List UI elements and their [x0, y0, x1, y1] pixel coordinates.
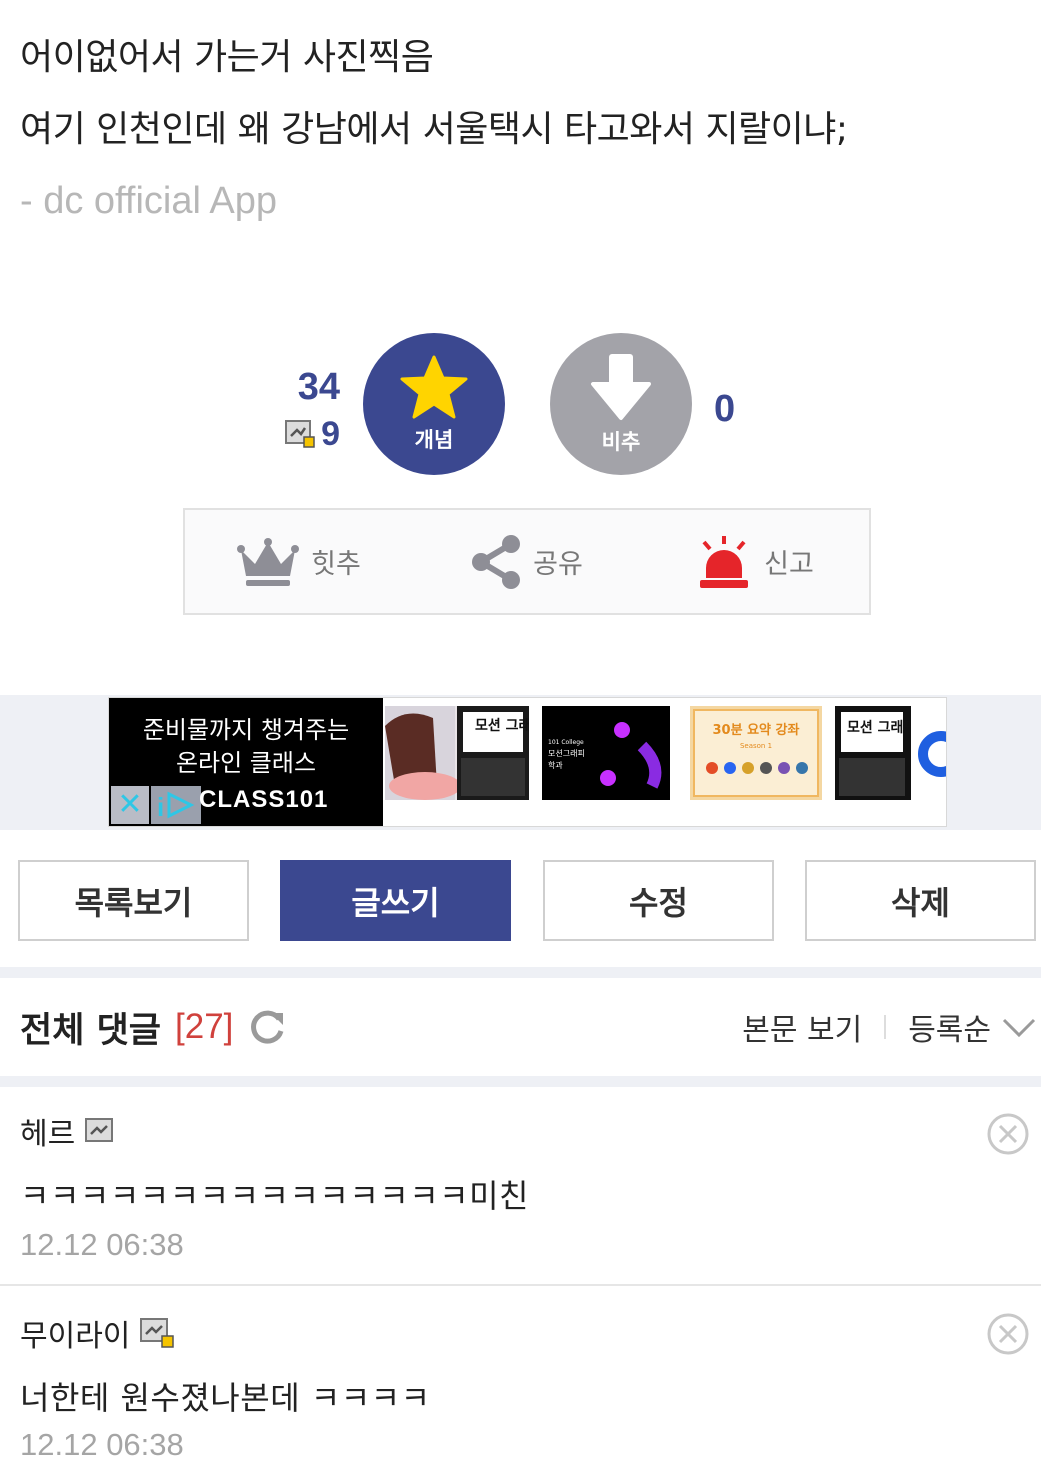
- ad-thumbnail-4[interactable]: 모션 그래픽: [835, 706, 946, 800]
- comment-author-name: 헤르: [20, 1117, 76, 1152]
- edit-button[interactable]: 수정: [543, 860, 774, 941]
- post-action-bar: 힛추 공유 신고: [183, 508, 871, 615]
- comments-divider: [0, 1076, 1041, 1087]
- comment-author[interactable]: 헤르: [20, 1109, 115, 1153]
- comments-title: 전체 댓글: [20, 1010, 161, 1051]
- hit-recommend-button[interactable]: 힛추: [185, 510, 413, 613]
- ad-thumb3-title: 30분 요약 강좌: [713, 722, 800, 738]
- fixed-user-upvotes: 9: [280, 414, 340, 454]
- comments-tools: 본문 보기 등록순: [742, 1002, 1037, 1052]
- share-button[interactable]: 공유: [413, 510, 641, 613]
- comment-item: 무이라이 너한테 원수졌나본데 ㅋㅋㅋㅋ 12.12 06:38: [0, 1287, 1041, 1481]
- list-button[interactable]: 목록보기: [18, 860, 249, 941]
- ad-thumb2-line-3: 학과: [548, 760, 563, 770]
- delete-button[interactable]: 삭제: [805, 860, 1036, 941]
- crown-icon: [237, 537, 300, 586]
- comment-text: ㅋㅋㅋㅋㅋㅋㅋㅋㅋㅋㅋㅋㅋㅋㅋ미친: [20, 1177, 529, 1215]
- fixed-nick-icon: [140, 1318, 175, 1348]
- upvote-button[interactable]: 개념: [363, 333, 505, 475]
- tool-separator: [884, 1015, 887, 1039]
- write-button[interactable]: 글쓰기: [280, 860, 511, 941]
- post-line-2: 여기 인천인데 왜 강남에서 서울택시 타고와서 지랄이냐;: [20, 109, 848, 150]
- comment-item: 헤르 ㅋㅋㅋㅋㅋㅋㅋㅋㅋㅋㅋㅋㅋㅋㅋ미친 12.12 06:38: [0, 1087, 1041, 1283]
- ad-close-icon[interactable]: ✕: [111, 786, 149, 824]
- ad-brand-logo: CLASS101: [199, 786, 329, 813]
- ad-text-line-2: 온라인 클래스: [175, 749, 317, 777]
- ad-thumb3-sub: Season 1: [740, 742, 772, 750]
- star-icon: [400, 355, 468, 419]
- ad-banner[interactable]: 준비물까지 챙겨주는 온라인 클래스 ✕ i CLASS101 모션 그래픽: [108, 697, 947, 827]
- chevron-down-icon[interactable]: [1001, 1015, 1037, 1039]
- fixed-upvote-count: 9: [321, 414, 340, 453]
- ad-main-panel[interactable]: 준비물까지 챙겨주는 온라인 클래스 ✕ i CLASS101: [109, 698, 383, 826]
- hit-recommend-label: 힛추: [311, 549, 361, 580]
- comment-date: 12.12 06:38: [20, 1227, 184, 1262]
- upvote-count: 34: [297, 366, 340, 408]
- comment-author[interactable]: 무이라이: [20, 1311, 175, 1355]
- siren-icon: [700, 535, 749, 588]
- comments-header: 전체 댓글 [27]: [20, 1002, 287, 1052]
- comment-divider: [0, 1284, 1041, 1286]
- ad-thumbnail-2[interactable]: 101 College 모션그래피 학과: [542, 706, 670, 800]
- ad-thumb2-line-2: 모션그래피: [548, 748, 585, 758]
- fixed-nick-icon: [285, 420, 315, 448]
- ad-thumbnail-3[interactable]: 30분 요약 강좌 Season 1: [690, 706, 822, 800]
- delete-comment-icon[interactable]: [986, 1112, 1030, 1156]
- post-body: 어이없어서 가는거 사진찍음 여기 인천인데 왜 강남에서 서울택시 타고와서 …: [20, 22, 1020, 166]
- ad-text-line-1: 준비물까지 챙겨주는: [142, 716, 350, 744]
- comments-count: [27]: [175, 1007, 234, 1046]
- downvote-button[interactable]: 비추: [550, 333, 692, 475]
- post-button-row: 목록보기 글쓰기 수정 삭제: [18, 860, 1038, 942]
- arrow-down-icon: [591, 354, 651, 420]
- refresh-icon[interactable]: [247, 1007, 287, 1047]
- svg-text:i: i: [157, 792, 164, 822]
- sort-dropdown[interactable]: 등록순: [908, 1005, 991, 1049]
- comment-author-name: 무이라이: [20, 1319, 131, 1354]
- section-divider: [0, 967, 1041, 978]
- comment-text: 너한테 원수졌나본데 ㅋㅋㅋㅋ: [20, 1379, 431, 1417]
- share-label: 공유: [533, 549, 583, 580]
- ad-info-icon[interactable]: i: [151, 786, 201, 824]
- upvote-label: 개념: [414, 428, 454, 452]
- post-line-1: 어이없어서 가는거 사진찍음: [20, 37, 434, 78]
- app-signature: - dc official App: [20, 180, 278, 222]
- downvote-count: 0: [714, 388, 736, 430]
- comment-date: 12.12 06:38: [20, 1427, 184, 1462]
- report-button[interactable]: 신고: [641, 510, 869, 613]
- report-label: 신고: [764, 549, 814, 580]
- share-icon: [472, 534, 521, 589]
- ad-thumb4-text: 모션 그래픽: [847, 719, 916, 736]
- gallog-icon: [85, 1118, 114, 1142]
- downvote-label: 비추: [601, 430, 641, 454]
- ad-thumbnail-1[interactable]: 모션 그래픽: [385, 706, 529, 800]
- ad-thumb1-text: 모션 그래픽: [475, 717, 529, 734]
- view-body-link[interactable]: 본문 보기: [742, 1005, 862, 1049]
- ad-thumb2-line-1: 101 College: [548, 739, 584, 746]
- delete-comment-icon[interactable]: [986, 1312, 1030, 1356]
